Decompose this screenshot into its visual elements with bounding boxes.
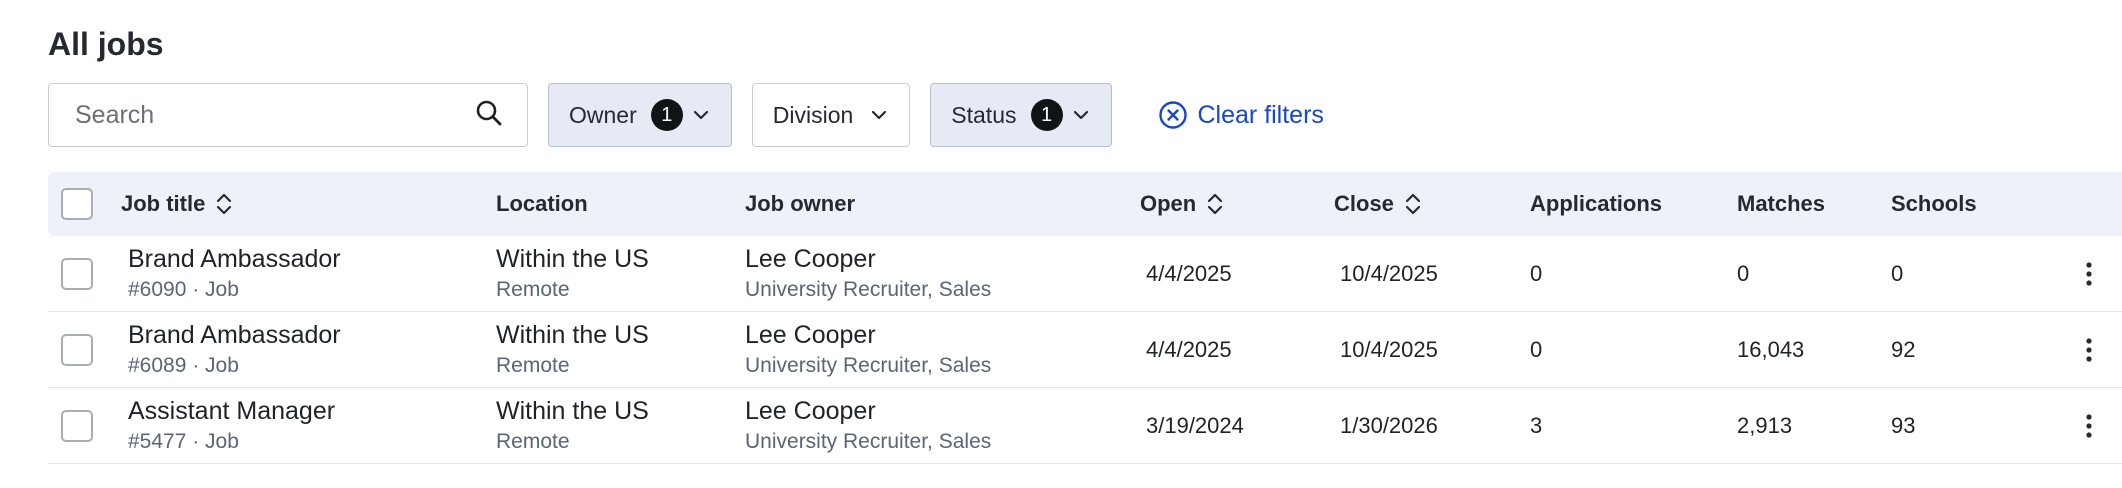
chevron-down-icon [869,105,889,125]
clear-filters-label: Clear filters [1197,100,1324,129]
job-title[interactable]: Brand Ambassador [128,320,341,351]
status-filter-label: Status [951,101,1017,128]
row-checkbox[interactable] [61,257,93,290]
column-header-job-owner-label: Job owner [745,191,856,216]
column-header-matches-label: Matches [1737,191,1826,216]
search-icon[interactable] [475,99,503,132]
matches-count: 16,043 [1737,336,1805,362]
row-checkbox[interactable] [61,409,93,442]
search-input[interactable] [75,100,475,130]
owner-name: Lee Cooper [745,321,876,349]
location: Within the US [496,321,649,349]
chevron-down-icon [1071,105,1091,125]
schools-count: 0 [1891,260,1904,286]
division-filter-button[interactable]: Division [751,83,911,147]
select-all-cell [61,172,93,236]
column-header-open-label: Open [1140,191,1197,216]
column-header-close-label: Close [1334,191,1394,216]
column-header-applications: Applications [1530,172,1662,236]
chevron-down-icon [691,105,711,125]
job-title[interactable]: Brand Ambassador [128,244,341,275]
column-header-schools-label: Schools [1891,191,1977,216]
open-date: 4/4/2025 [1146,336,1232,362]
location: Within the US [496,245,649,273]
filter-bar: Owner 1 Division Status 1 Clear filters [48,83,1324,147]
more-vertical-icon[interactable] [2084,412,2094,440]
column-header-applications-label: Applications [1530,191,1663,216]
job-title-cell[interactable]: Brand Ambassador #6090 · Job [128,236,341,311]
close-date: 10/4/2025 [1340,260,1438,286]
schools-count: 93 [1891,412,1916,438]
status-filter-count-badge: 1 [1030,99,1063,131]
job-title[interactable]: Assistant Manager [128,396,335,427]
owner-filter-label: Owner [569,101,637,128]
location-type: Remote [496,354,570,377]
location-type: Remote [496,430,570,453]
owner-name: Lee Cooper [745,245,876,273]
owner-filter-button[interactable]: Owner 1 [548,83,732,147]
row-select-cell [61,388,93,463]
location-cell: Within the US Remote [496,312,649,387]
column-header-location-label: Location [496,191,588,216]
owner-filter-count-badge: 1 [650,99,683,131]
division-filter-label: Division [772,101,854,128]
job-id: #6090 · Job [128,278,239,301]
location-cell: Within the US Remote [496,388,649,463]
jobs-table: Job title Location Job owner Open Close … [48,172,2122,464]
open-date: 4/4/2025 [1146,260,1232,286]
applications-count: 3 [1530,412,1543,438]
status-filter-button[interactable]: Status 1 [930,83,1112,147]
job-id: #6089 · Job [128,354,239,377]
matches-count: 0 [1737,260,1750,286]
column-header-job-title[interactable]: Job title [121,172,233,236]
row-actions [2084,312,2094,387]
job-title-cell[interactable]: Assistant Manager #5477 · Job [128,388,335,463]
sort-icon[interactable] [1404,192,1422,216]
column-header-open[interactable]: Open [1140,172,1224,236]
row-select-cell [61,312,93,387]
column-header-schools: Schools [1891,172,1977,236]
search-box[interactable] [48,83,528,147]
column-header-matches: Matches [1737,172,1825,236]
column-header-job-owner: Job owner [745,172,855,236]
owner-name: Lee Cooper [745,397,876,425]
schools-count: 92 [1891,336,1916,362]
table-row[interactable]: Brand Ambassador #6089 · Job Within the … [48,312,2122,388]
job-owner-cell: Lee Cooper University Recruiter, Sales [745,312,991,387]
job-owner-cell: Lee Cooper University Recruiter, Sales [745,236,991,311]
column-header-close[interactable]: Close [1334,172,1422,236]
location-cell: Within the US Remote [496,236,649,311]
row-select-cell [61,236,93,311]
column-header-location: Location [496,172,588,236]
page-title: All jobs [48,26,164,62]
owner-role: University Recruiter, Sales [745,278,992,301]
table-row[interactable]: Brand Ambassador #6090 · Job Within the … [48,236,2122,312]
table-header: Job title Location Job owner Open Close … [48,172,2122,236]
applications-count: 0 [1530,336,1543,362]
x-circle-icon [1158,100,1188,130]
row-checkbox[interactable] [61,333,93,366]
job-title-cell[interactable]: Brand Ambassador #6089 · Job [128,312,341,387]
more-vertical-icon[interactable] [2084,336,2094,364]
close-date: 10/4/2025 [1340,336,1438,362]
select-all-checkbox[interactable] [61,188,93,220]
location-type: Remote [496,278,570,301]
row-actions [2084,236,2094,311]
owner-role: University Recruiter, Sales [745,354,992,377]
row-actions [2084,388,2094,463]
sort-icon[interactable] [215,192,233,216]
clear-filters-button[interactable]: Clear filters [1158,100,1324,130]
job-id: #5477 · Job [128,430,239,453]
open-date: 3/19/2024 [1146,412,1244,438]
job-owner-cell: Lee Cooper University Recruiter, Sales [745,388,991,463]
location: Within the US [496,397,649,425]
column-header-job-title-label: Job title [121,191,206,216]
close-date: 1/30/2026 [1340,412,1438,438]
table-row[interactable]: Assistant Manager #5477 · Job Within the… [48,388,2122,464]
more-vertical-icon[interactable] [2084,260,2094,288]
sort-icon[interactable] [1206,192,1224,216]
owner-role: University Recruiter, Sales [745,430,992,453]
applications-count: 0 [1530,260,1543,286]
matches-count: 2,913 [1737,412,1793,438]
